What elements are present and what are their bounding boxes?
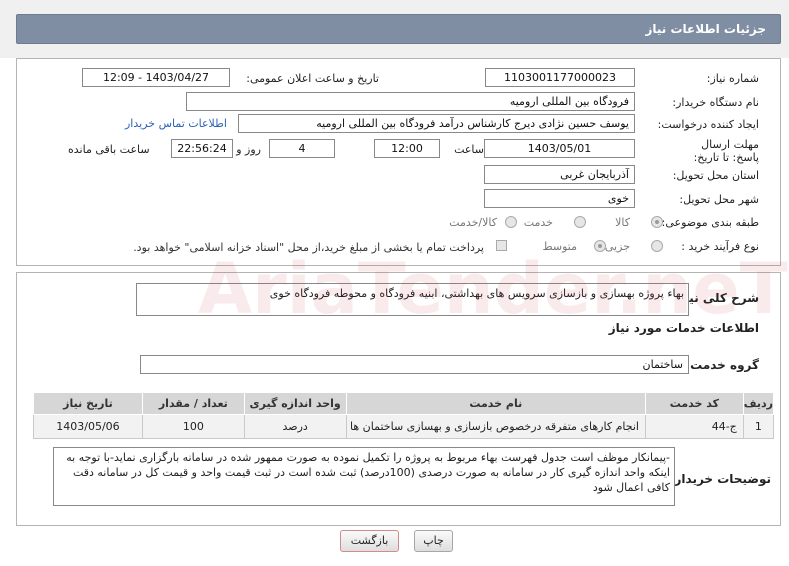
back-button[interactable]: بازگشت xyxy=(340,530,399,552)
cell-quantity: 100 xyxy=(141,414,245,439)
category-label: طبقه بندی موضوعی: xyxy=(661,216,759,229)
announce-datetime-label: تاریخ و ساعت اعلان عمومی: xyxy=(246,72,379,85)
category-option-goods: کالا xyxy=(615,216,630,229)
requester-label: ایجاد کننده درخواست: xyxy=(657,118,759,131)
cell-unit: درصد xyxy=(243,414,347,439)
services-section-title: اطلاعات خدمات مورد نیاز xyxy=(608,321,759,335)
remaining-time-field: 22:56:24 xyxy=(171,139,233,158)
days-label: روز و xyxy=(236,143,261,156)
deadline-hour-field: 12:00 xyxy=(374,139,440,158)
summary-text: بهاء پروژه بهسازی و بازسازی سرویس های به… xyxy=(136,283,689,316)
province-label: استان محل تحویل: xyxy=(672,169,759,182)
announce-datetime-field: 1403/04/27 - 12:09 xyxy=(82,68,230,87)
category-radio-goods[interactable] xyxy=(651,216,663,228)
col-row-number: ردیف xyxy=(742,392,775,415)
table-header-row: ردیف کد خدمت نام خدمت واحد اندازه گیری ت… xyxy=(33,392,775,415)
process-radio-medium[interactable] xyxy=(594,240,606,252)
process-option-medium: متوسط xyxy=(542,240,577,253)
city-field: خوی xyxy=(484,189,635,208)
process-option-minor: جزیی xyxy=(604,240,630,253)
need-number-label: شماره نیاز: xyxy=(706,72,759,85)
province-field: آذربایجان غربی xyxy=(484,165,635,184)
category-radio-service[interactable] xyxy=(574,216,586,228)
service-group-label: گروه خدمت: xyxy=(685,358,759,372)
deadline-label: مهلت ارسال پاسخ: تا تاریخ: xyxy=(693,138,759,164)
page-title: جزئیات اطلاعات نیاز xyxy=(645,22,766,36)
treasury-payment-checkbox[interactable] xyxy=(496,240,507,251)
process-label: نوع فرآیند خرید : xyxy=(681,240,759,253)
category-option-goods-service: کالا/خدمت xyxy=(449,216,497,229)
details-panel xyxy=(16,58,781,266)
services-table: ردیف کد خدمت نام خدمت واحد اندازه گیری ت… xyxy=(33,392,775,439)
hour-label: ساعت xyxy=(454,143,484,156)
category-radio-goods-service[interactable] xyxy=(505,216,517,228)
cell-row-number: 1 xyxy=(742,414,775,439)
buyer-notes-text: -پیمانکار موظف است جدول فهرست بهاء مربوط… xyxy=(53,447,675,506)
cell-service-name: انجام کارهای متفرقه درخصوص بازسازی و بهس… xyxy=(345,414,646,439)
title-bar: جزئیات اطلاعات نیاز xyxy=(16,14,781,44)
buyer-notes-label: توضیحات خریدار: xyxy=(669,472,771,486)
service-group-field: ساختمان xyxy=(140,355,689,374)
col-quantity: تعداد / مقدار xyxy=(141,392,245,415)
cell-need-date: 1403/05/06 xyxy=(33,414,143,439)
requester-field: یوسف حسین نژادی دیرج کارشناس درآمد فرودگ… xyxy=(238,114,635,133)
buyer-org-label: نام دستگاه خریدار: xyxy=(672,96,759,109)
table-row: 1 ج-44 انجام کارهای متفرقه درخصوص بازساز… xyxy=(33,414,775,439)
city-label: شهر محل تحویل: xyxy=(679,193,759,206)
buyer-org-field: فرودگاه بین المللی ارومیه xyxy=(186,92,635,111)
category-option-service: خدمت xyxy=(523,216,553,229)
print-button[interactable]: چاپ xyxy=(414,530,453,552)
deadline-date-field: 1403/05/01 xyxy=(484,139,635,158)
col-service-code: کد خدمت xyxy=(644,392,744,415)
col-service-name: نام خدمت xyxy=(345,392,646,415)
cell-service-code: ج-44 xyxy=(644,414,744,439)
remaining-label: ساعت باقی مانده xyxy=(68,143,150,156)
treasury-payment-note: پرداخت تمام یا بخشی از مبلغ خرید،از محل … xyxy=(133,241,484,254)
need-number-field: 1103001177000023 xyxy=(485,68,635,87)
process-radio-minor[interactable] xyxy=(651,240,663,252)
col-unit: واحد اندازه گیری xyxy=(243,392,347,415)
buyer-contact-link[interactable]: اطلاعات تماس خریدار xyxy=(125,117,227,130)
days-field: 4 xyxy=(269,139,335,158)
col-need-date: تاریخ نیاز xyxy=(33,392,143,415)
